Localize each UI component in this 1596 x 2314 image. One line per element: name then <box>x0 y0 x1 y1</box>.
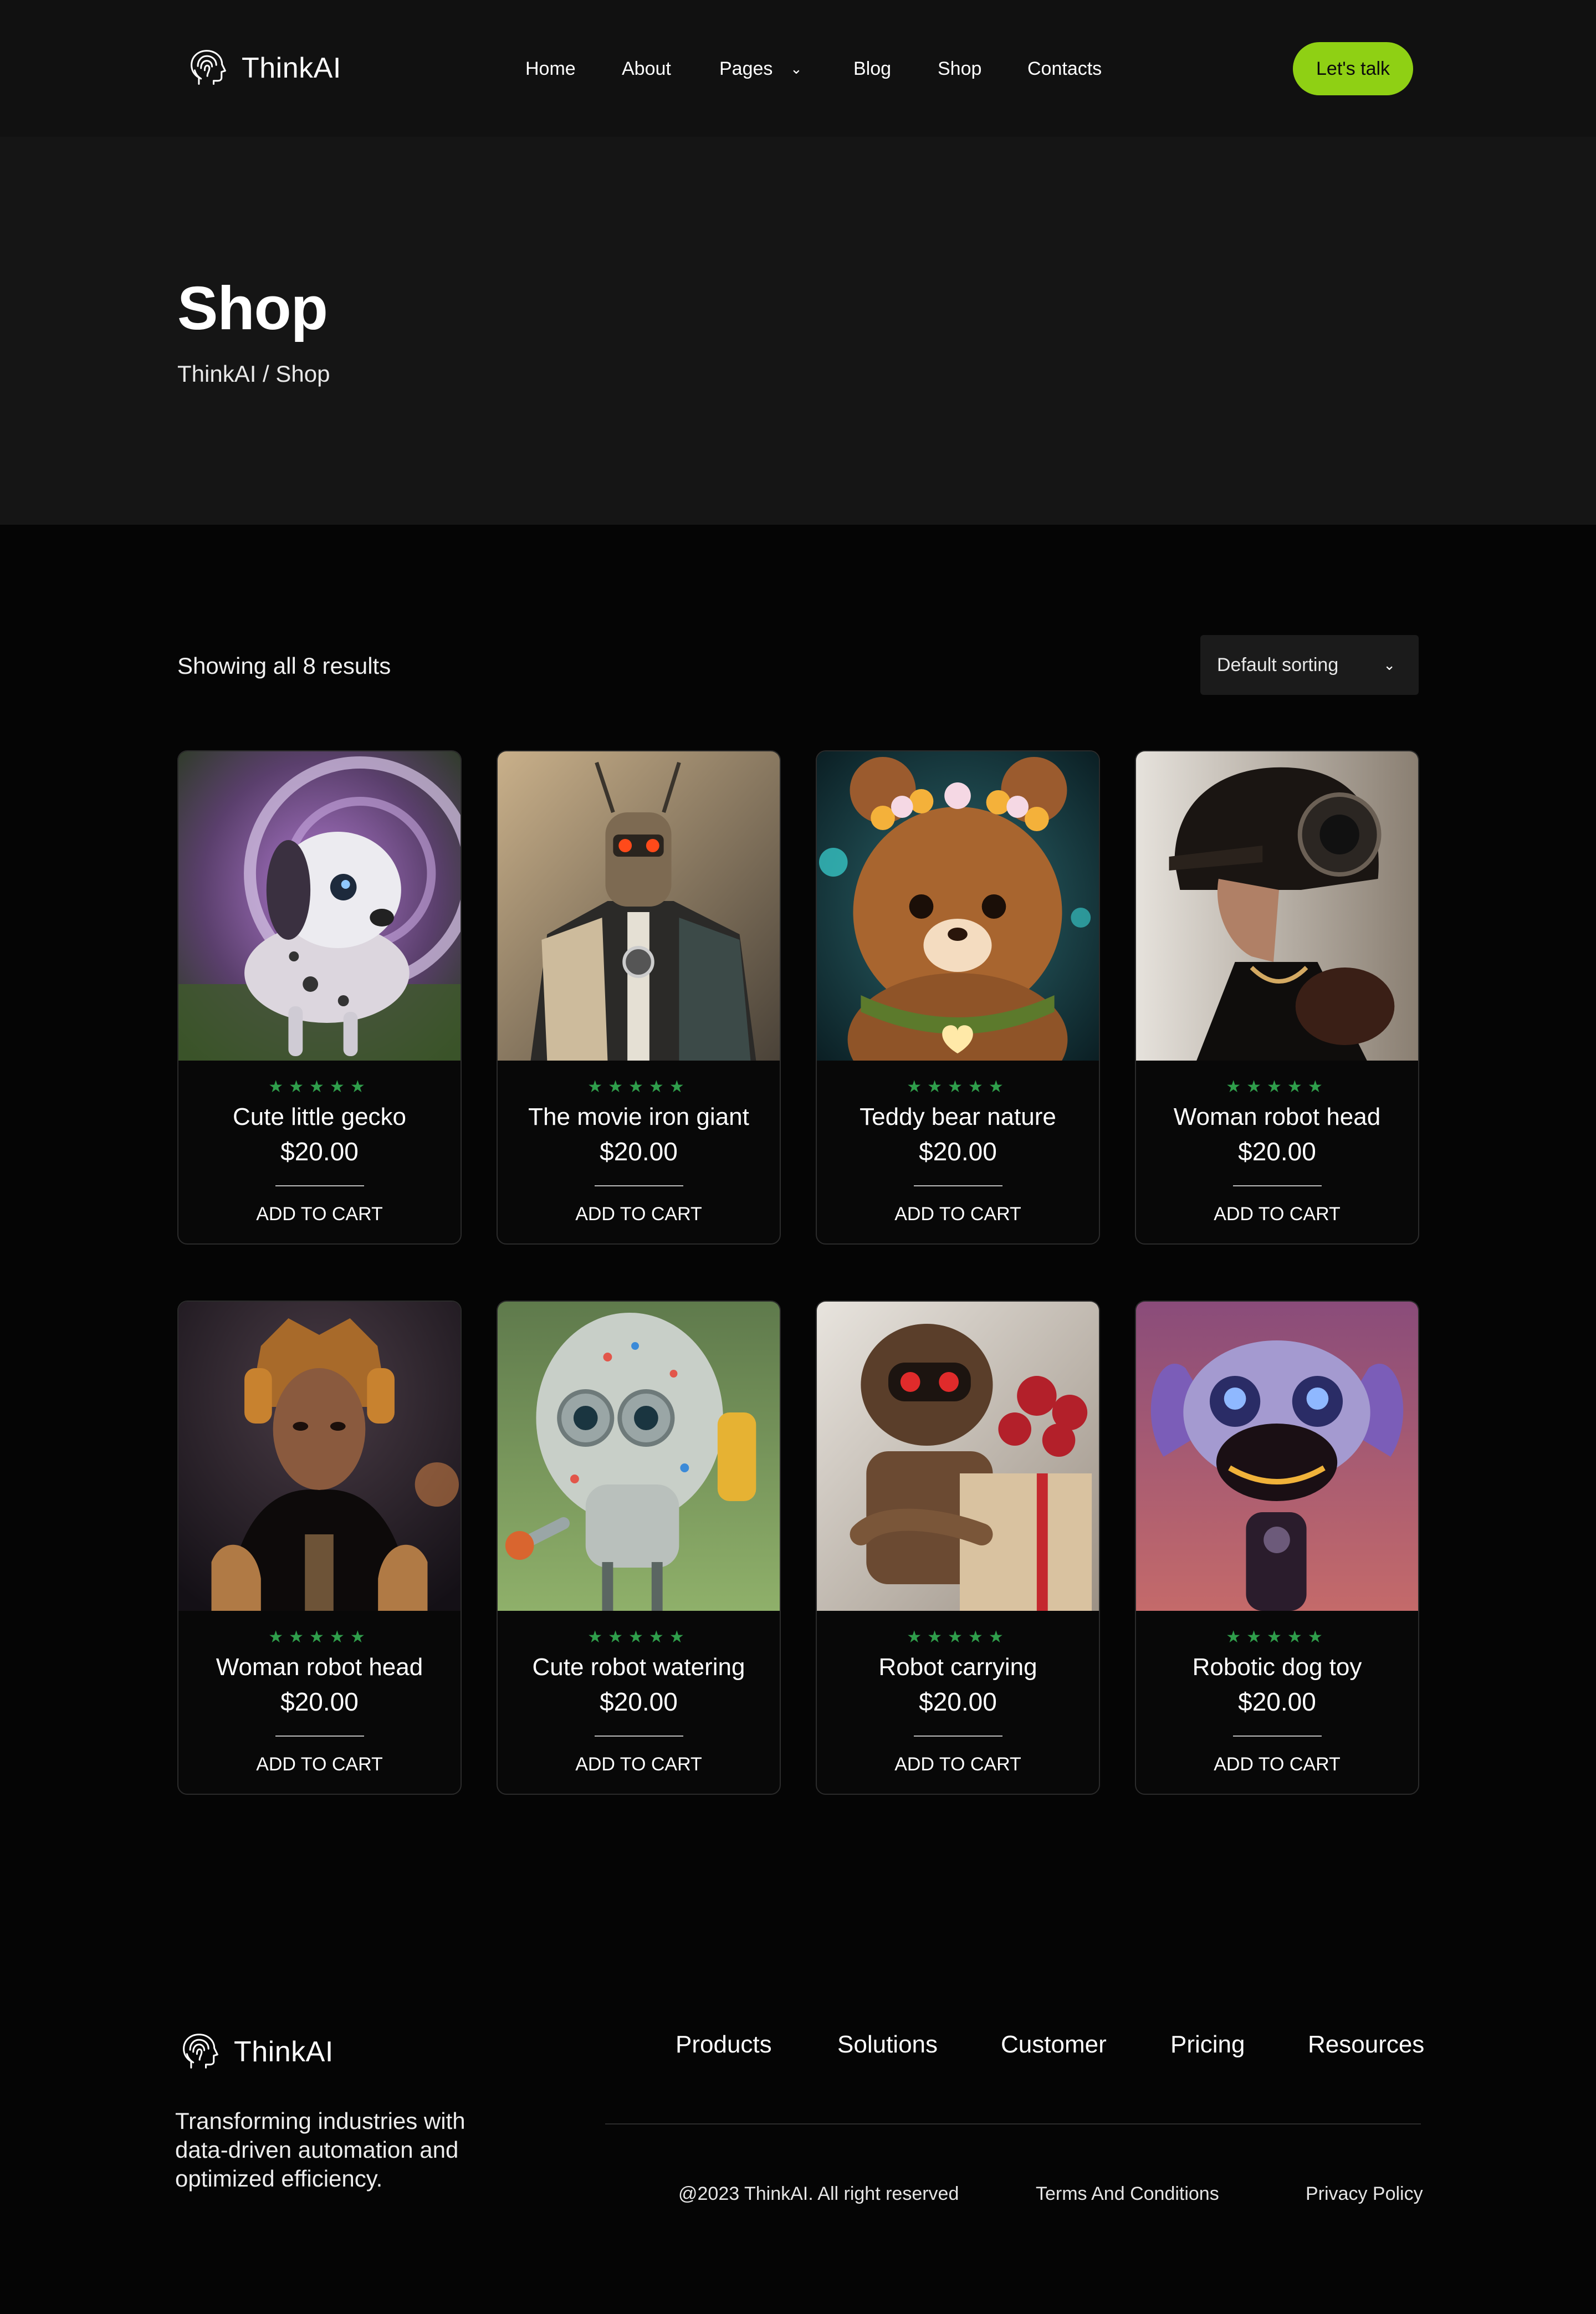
product-card[interactable]: ★★★★★ Woman robot head $20.00 ADD TO CAR… <box>177 1301 462 1795</box>
product-price: $20.00 <box>1238 1687 1316 1716</box>
nav-home[interactable]: Home <box>525 54 576 83</box>
copyright-text: @2023 ThinkAI. All right reserved <box>678 2183 959 2204</box>
product-image-teddy-bear[interactable] <box>817 751 1099 1061</box>
brain-head-icon <box>180 2031 222 2073</box>
nav-blog[interactable]: Blog <box>853 54 891 83</box>
footer-divider <box>605 2123 1421 2124</box>
product-image-robotic-dog[interactable] <box>1136 1302 1418 1611</box>
product-card[interactable]: ★★★★★ Teddy bear nature $20.00 ADD TO CA… <box>816 750 1100 1245</box>
star-rating: ★★★★★ <box>1226 1628 1328 1646</box>
card-divider <box>1232 1735 1322 1737</box>
chevron-down-icon: ⌄ <box>1383 657 1395 673</box>
product-price: $20.00 <box>600 1687 678 1716</box>
product-image-robot-carrying[interactable] <box>817 1302 1099 1611</box>
product-price: $20.00 <box>919 1137 997 1166</box>
product-card[interactable]: ★★★★★ The movie iron giant $20.00 ADD TO… <box>497 750 781 1245</box>
results-count: Showing all 8 results <box>177 653 391 679</box>
product-price: $20.00 <box>600 1137 678 1166</box>
card-divider <box>594 1735 683 1737</box>
footer-link-pricing[interactable]: Pricing <box>1170 2028 1245 2061</box>
nav-pages[interactable]: Pages <box>719 54 773 83</box>
logo-text: ThinkAI <box>234 2036 334 2068</box>
footer-link-customer[interactable]: Customer <box>1001 2028 1107 2061</box>
product-image-woman-robot-gold[interactable] <box>178 1302 461 1611</box>
footer-tagline: Transforming industries with data-driven… <box>175 2108 466 2192</box>
product-price: $20.00 <box>280 1137 359 1166</box>
product-name[interactable]: Cute robot watering <box>498 1651 780 1684</box>
star-rating: ★★★★★ <box>587 1628 690 1646</box>
product-image-robot-puppy[interactable] <box>178 751 461 1061</box>
sort-select[interactable]: Default sorting ⌄ <box>1200 635 1419 695</box>
card-divider <box>594 1185 683 1186</box>
product-name[interactable]: The movie iron giant <box>498 1100 780 1134</box>
product-name[interactable]: Woman robot head <box>1136 1100 1418 1134</box>
product-image-woman-robot-head[interactable] <box>1136 751 1418 1061</box>
product-price: $20.00 <box>919 1687 997 1716</box>
card-divider <box>275 1735 364 1737</box>
product-image-robot-watering[interactable] <box>498 1302 780 1611</box>
terms-link[interactable]: Terms And Conditions <box>1036 2180 1219 2207</box>
add-to-cart-button[interactable]: ADD TO CART <box>498 1200 780 1228</box>
nav-shop[interactable]: Shop <box>938 54 981 83</box>
card-divider <box>913 1185 1002 1186</box>
product-card[interactable]: ★★★★★ Robot carrying $20.00 ADD TO CART <box>816 1301 1100 1795</box>
chevron-down-icon[interactable]: ⌄ <box>790 54 802 83</box>
add-to-cart-button[interactable]: ADD TO CART <box>1136 1750 1418 1778</box>
card-divider <box>275 1185 364 1186</box>
product-card[interactable]: ★★★★★ Woman robot head $20.00 ADD TO CAR… <box>1135 750 1419 1245</box>
sort-selected-value: Default sorting <box>1217 654 1339 675</box>
card-divider <box>913 1735 1002 1737</box>
add-to-cart-button[interactable]: ADD TO CART <box>178 1750 461 1778</box>
star-rating: ★★★★★ <box>268 1078 371 1096</box>
star-rating: ★★★★★ <box>268 1628 371 1646</box>
footer-logo[interactable]: ThinkAI <box>180 2027 334 2077</box>
product-price: $20.00 <box>1238 1137 1316 1166</box>
footer-link-resources[interactable]: Resources <box>1308 2028 1424 2061</box>
add-to-cart-button[interactable]: ADD TO CART <box>817 1750 1099 1778</box>
footer-link-solutions[interactable]: Solutions <box>837 2028 938 2061</box>
lets-talk-button[interactable]: Let's talk <box>1293 42 1413 95</box>
page-hero: Shop ThinkAI / Shop <box>0 137 1596 525</box>
star-rating: ★★★★★ <box>587 1078 690 1096</box>
page-title: Shop <box>177 274 328 342</box>
add-to-cart-button[interactable]: ADD TO CART <box>498 1750 780 1778</box>
product-name[interactable]: Teddy bear nature <box>817 1100 1099 1134</box>
product-name[interactable]: Robotic dog toy <box>1136 1651 1418 1684</box>
product-card[interactable]: ★★★★★ Robotic dog toy $20.00 ADD TO CART <box>1135 1301 1419 1795</box>
site-header: ThinkAI Home About Pages ⌄ Blog Shop Con… <box>0 0 1596 137</box>
add-to-cart-button[interactable]: ADD TO CART <box>817 1200 1099 1228</box>
product-name[interactable]: Woman robot head <box>178 1651 461 1684</box>
star-rating: ★★★★★ <box>907 1628 1009 1646</box>
nav-contacts[interactable]: Contacts <box>1027 54 1102 83</box>
star-rating: ★★★★★ <box>907 1078 1009 1096</box>
product-card[interactable]: ★★★★★ Cute little gecko $20.00 ADD TO CA… <box>177 750 462 1245</box>
privacy-link[interactable]: Privacy Policy <box>1306 2180 1423 2207</box>
product-name[interactable]: Robot carrying <box>817 1651 1099 1684</box>
product-price: $20.00 <box>280 1687 359 1716</box>
star-rating: ★★★★★ <box>1226 1078 1328 1096</box>
product-name[interactable]: Cute little gecko <box>178 1100 461 1134</box>
breadcrumb[interactable]: ThinkAI / Shop <box>177 359 330 390</box>
footer-link-products[interactable]: Products <box>676 2028 772 2061</box>
add-to-cart-button[interactable]: ADD TO CART <box>178 1200 461 1228</box>
product-card[interactable]: ★★★★★ Cute robot watering $20.00 ADD TO … <box>497 1301 781 1795</box>
card-divider <box>1232 1185 1322 1186</box>
product-image-iron-giant[interactable] <box>498 751 780 1061</box>
nav-about[interactable]: About <box>622 54 671 83</box>
add-to-cart-button[interactable]: ADD TO CART <box>1136 1200 1418 1228</box>
